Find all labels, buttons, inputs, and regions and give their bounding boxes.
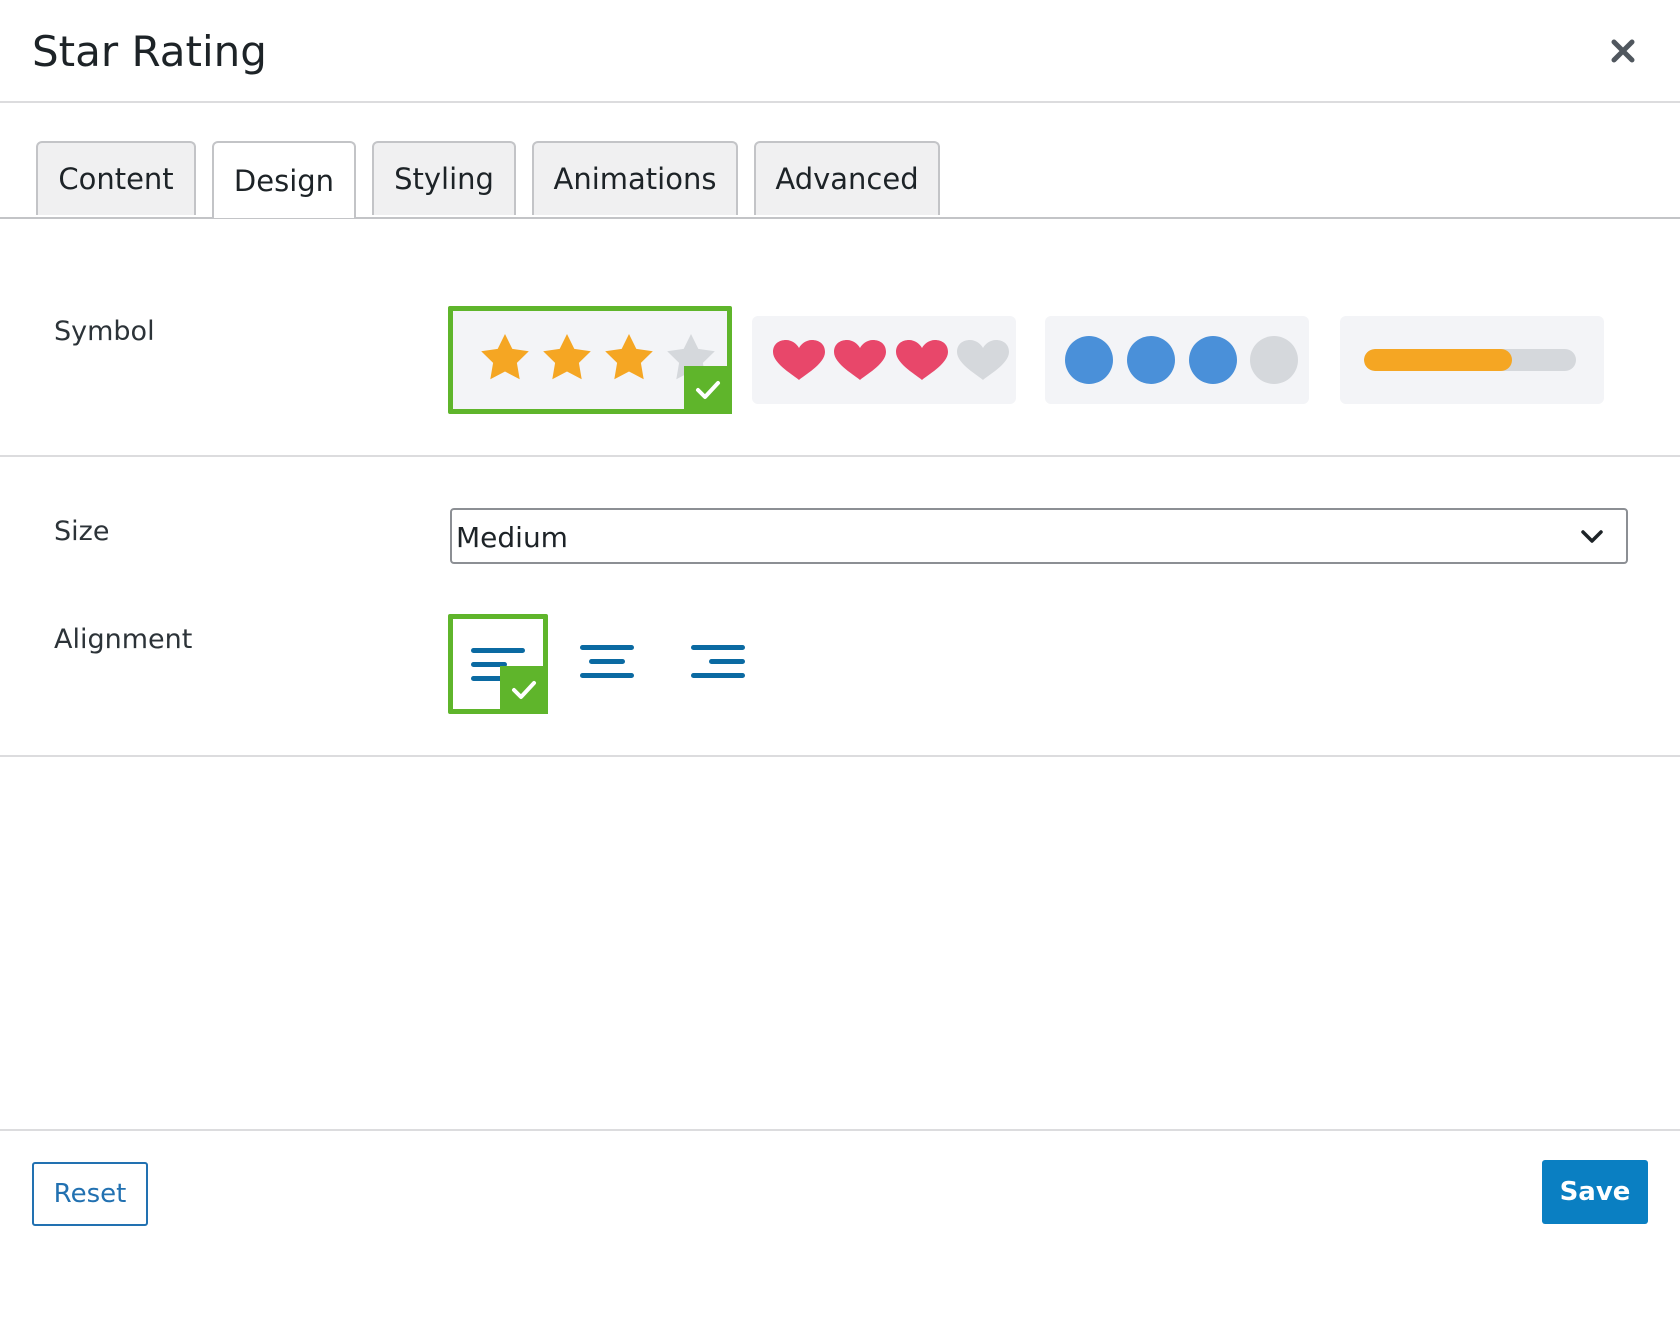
heart-empty-icon bbox=[957, 340, 1009, 380]
heart-icon bbox=[896, 340, 948, 380]
tab-bar: Content Design Styling Animations Advanc… bbox=[0, 141, 1680, 219]
heart-icon bbox=[773, 340, 825, 380]
size-select-value: Medium bbox=[456, 521, 568, 554]
selected-badge bbox=[684, 366, 732, 414]
tab-styling[interactable]: Styling bbox=[372, 141, 516, 215]
selected-badge bbox=[500, 666, 548, 714]
symbol-option-circles[interactable] bbox=[1045, 316, 1309, 404]
section-divider bbox=[0, 455, 1680, 457]
progress-bar-fill bbox=[1364, 349, 1513, 371]
tab-design[interactable]: Design bbox=[212, 141, 356, 218]
checkmark-icon bbox=[512, 681, 536, 699]
heart-icon bbox=[834, 340, 886, 380]
symbol-option-hearts[interactable] bbox=[752, 316, 1016, 404]
circle-icon bbox=[1189, 336, 1237, 384]
hearts-preview bbox=[773, 340, 1009, 380]
align-center-icon bbox=[580, 645, 634, 678]
circle-empty-icon bbox=[1250, 336, 1298, 384]
size-label: Size bbox=[54, 516, 110, 547]
star-icon bbox=[605, 334, 653, 380]
align-left-option[interactable] bbox=[448, 614, 548, 714]
symbol-option-stars[interactable] bbox=[448, 306, 732, 414]
dialog-header: Star Rating bbox=[0, 0, 1680, 103]
close-button[interactable] bbox=[1606, 34, 1640, 68]
symbol-option-bar[interactable] bbox=[1340, 316, 1604, 404]
star-icon bbox=[543, 334, 591, 380]
star-icon bbox=[481, 334, 529, 380]
alignment-label: Alignment bbox=[54, 624, 193, 655]
circle-icon bbox=[1127, 336, 1175, 384]
save-button[interactable]: Save bbox=[1542, 1160, 1648, 1224]
circle-icon bbox=[1065, 336, 1113, 384]
section-divider bbox=[0, 755, 1680, 757]
tab-animations[interactable]: Animations bbox=[532, 141, 738, 215]
tab-advanced[interactable]: Advanced bbox=[754, 141, 940, 215]
star-rating-dialog: Star Rating Content Design Styling Anima… bbox=[0, 0, 1680, 1320]
dialog-title: Star Rating bbox=[32, 27, 267, 76]
symbol-label: Symbol bbox=[54, 316, 155, 347]
tab-content[interactable]: Content bbox=[36, 141, 196, 215]
checkmark-icon bbox=[696, 381, 720, 399]
align-right-icon bbox=[691, 645, 745, 678]
reset-button[interactable]: Reset bbox=[32, 1162, 148, 1226]
align-center-option[interactable] bbox=[558, 614, 658, 714]
close-icon bbox=[1611, 39, 1635, 63]
align-right-option[interactable] bbox=[668, 614, 768, 714]
progress-bar-icon bbox=[1364, 349, 1576, 371]
footer-divider bbox=[0, 1129, 1680, 1131]
size-select[interactable]: Medium bbox=[450, 508, 1628, 564]
chevron-down-icon bbox=[1581, 530, 1603, 543]
circles-preview bbox=[1065, 336, 1298, 384]
